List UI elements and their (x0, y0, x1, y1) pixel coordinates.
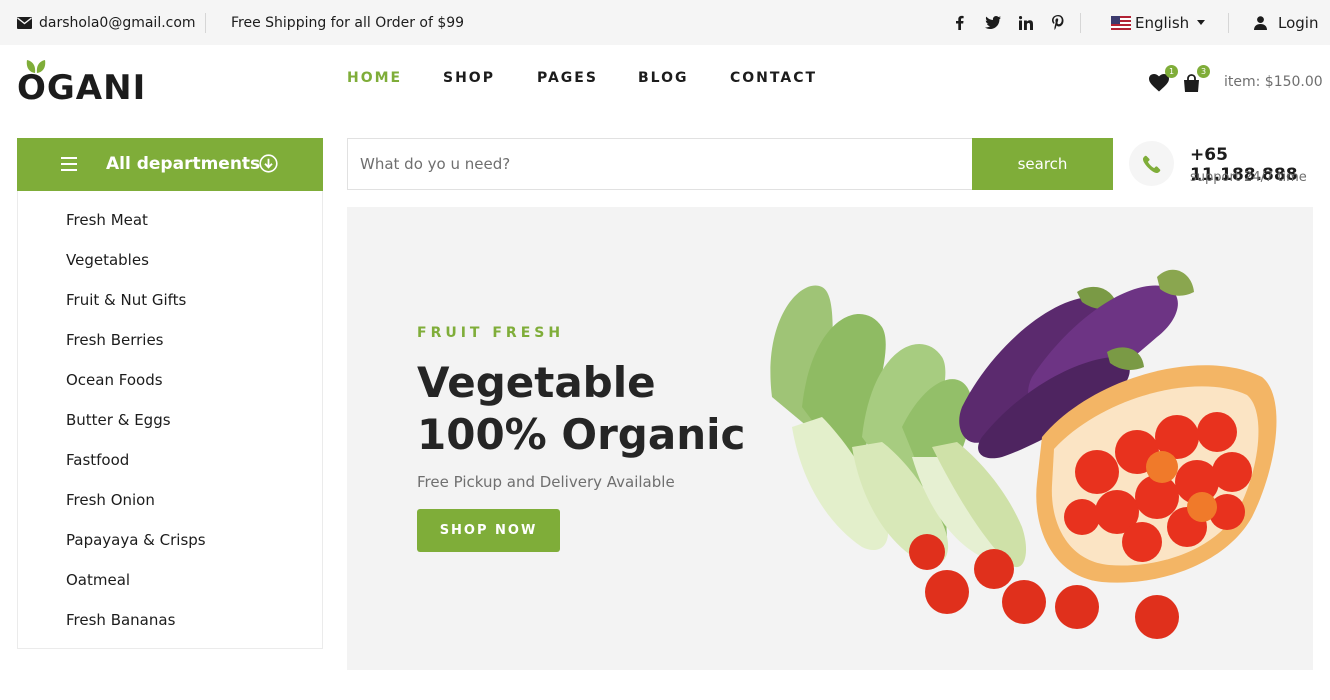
dept-item-fresh-meat[interactable]: Fresh Meat (66, 211, 148, 229)
search-form (347, 138, 973, 190)
user-icon (1254, 15, 1267, 30)
shopping-bag-icon (1184, 74, 1199, 92)
nav-blog[interactable]: BLOG (638, 70, 689, 86)
support-hours: support 24/7 time (1190, 170, 1307, 185)
dept-item-oatmeal[interactable]: Oatmeal (66, 571, 130, 589)
dept-item-ocean-foods[interactable]: Ocean Foods (66, 371, 163, 389)
login-label: Login (1278, 13, 1319, 32)
twitter-link[interactable] (985, 0, 1001, 45)
departments-list: Fresh Meat Vegetables Fruit & Nut Gifts … (17, 191, 323, 649)
dept-item-vegetables[interactable]: Vegetables (66, 251, 149, 269)
hero-banner: FRUIT FRESH Vegetable 100% Organic Free … (347, 207, 1313, 670)
login-link[interactable]: Login (1254, 0, 1318, 45)
dept-item-fastfood[interactable]: Fastfood (66, 451, 129, 469)
wishlist-button[interactable]: 1 (1149, 65, 1178, 94)
envelope-icon (17, 16, 32, 29)
hero-subtitle: Free Pickup and Delivery Available (417, 473, 675, 491)
us-flag-icon (1111, 15, 1131, 30)
dept-item-fruit-nut-gifts[interactable]: Fruit & Nut Gifts (66, 291, 186, 309)
dept-item-butter-eggs[interactable]: Butter & Eggs (66, 411, 171, 429)
hero-title-line-2: 100% Organic (417, 410, 746, 459)
departments-title: All departments (106, 154, 261, 174)
logo[interactable]: OGANI (17, 58, 157, 108)
divider (1080, 13, 1081, 33)
chevron-down-icon (1197, 20, 1206, 25)
shipping-notice: Free Shipping for all Order of $99 (231, 14, 465, 31)
hero-title-line-1: Vegetable (417, 358, 656, 407)
wishlist-count-badge: 1 (1165, 65, 1178, 78)
language-selector[interactable]: English (1111, 0, 1206, 45)
phone-icon (1142, 155, 1160, 173)
dept-item-fresh-onion[interactable]: Fresh Onion (66, 491, 155, 509)
departments-toggle[interactable]: All departments (17, 138, 323, 191)
cart-count-badge: 3 (1197, 65, 1210, 78)
dept-item-fresh-bananas[interactable]: Fresh Bananas (66, 611, 175, 629)
search-input[interactable] (348, 139, 973, 189)
search-button[interactable]: search (972, 138, 1113, 190)
pinterest-link[interactable] (1052, 0, 1064, 45)
pinterest-icon (1052, 15, 1064, 30)
hamburger-icon (61, 157, 77, 171)
twitter-icon (985, 16, 1001, 29)
nav-contact[interactable]: CONTACT (730, 70, 817, 86)
hero-kicker: FRUIT FRESH (417, 325, 565, 341)
heart-icon (1149, 74, 1169, 92)
email-contact[interactable]: darshola0@gmail.com (17, 0, 196, 45)
language-label: English (1135, 13, 1190, 32)
phone-badge (1129, 141, 1174, 186)
dept-item-fresh-berries[interactable]: Fresh Berries (66, 331, 164, 349)
facebook-link[interactable] (955, 0, 964, 45)
facebook-icon (956, 15, 964, 30)
shop-now-button[interactable]: SHOP NOW (417, 509, 560, 552)
linkedin-link[interactable] (1019, 0, 1033, 45)
logo-text: OGANI (17, 68, 147, 108)
dept-item-papayaya-crisps[interactable]: Papayaya & Crisps (66, 531, 206, 549)
cart-total: item: $150.00 (1224, 74, 1323, 90)
hero-title: Vegetable 100% Organic (417, 357, 757, 461)
nav-pages[interactable]: PAGES (537, 70, 598, 86)
email-text: darshola0@gmail.com (39, 14, 196, 31)
linkedin-icon (1019, 15, 1033, 30)
cart-button[interactable]: 3 (1183, 65, 1210, 94)
nav-home[interactable]: HOME (347, 70, 402, 86)
vegetables-image (770, 269, 1277, 639)
divider (1228, 13, 1229, 33)
nav-shop[interactable]: SHOP (443, 70, 495, 86)
arrow-down-circle-icon (259, 154, 278, 173)
top-bar: darshola0@gmail.com Free Shipping for al… (0, 0, 1330, 45)
divider (205, 13, 206, 33)
